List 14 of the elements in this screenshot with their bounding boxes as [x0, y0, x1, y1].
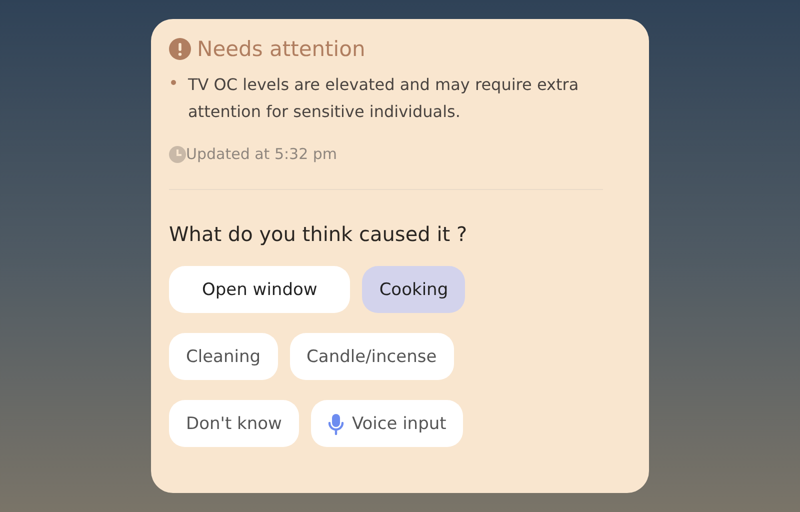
warning-icon — [169, 38, 191, 60]
microphone-icon — [328, 412, 344, 434]
updated-time: Updated at 5:32 pm — [186, 145, 338, 163]
clock-icon — [169, 146, 186, 162]
voice-input-button[interactable]: Voice input — [310, 400, 464, 447]
bullet-icon — [171, 80, 176, 85]
cause-option[interactable]: Don't know — [169, 400, 299, 447]
cause-option[interactable]: Cleaning — [169, 333, 278, 380]
cause-option[interactable]: Cooking — [362, 266, 466, 313]
alert-message: TV OC levels are elevated and may require extra attention for sensitive individuals. — [188, 74, 580, 123]
question-text: What do you think caused it ? — [169, 222, 468, 246]
alert-title: Needs attention — [197, 37, 366, 61]
cause-option[interactable]: Candle/incense — [290, 333, 454, 380]
cause-option[interactable]: Open window — [169, 266, 350, 313]
